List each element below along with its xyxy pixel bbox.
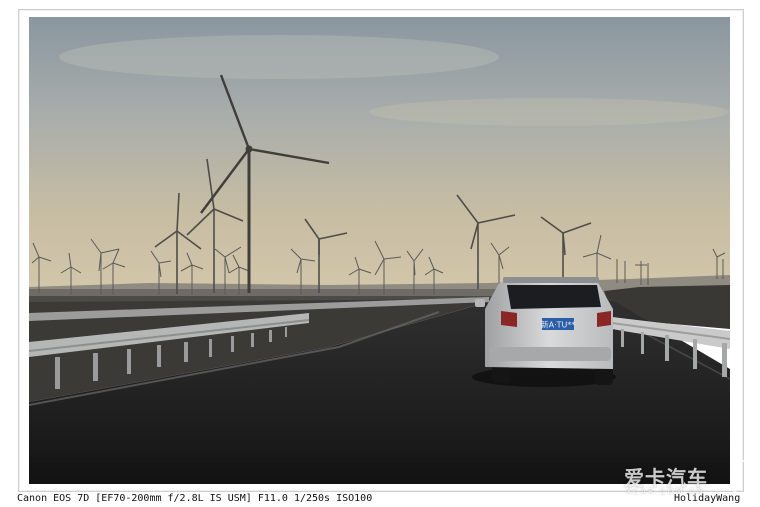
license-plate: 新A·TU** xyxy=(541,320,576,330)
photo: 新A·TU** xyxy=(29,17,730,484)
photographer-credit: HolidayWang xyxy=(674,493,741,504)
suv: 新A·TU** xyxy=(472,277,616,387)
watermark-badge-icon xyxy=(731,460,753,494)
exif-caption: Canon EOS 7D [EF70-200mm f/2.8L IS USM] … xyxy=(17,493,373,504)
photo-scene: 新A·TU** xyxy=(29,17,730,484)
